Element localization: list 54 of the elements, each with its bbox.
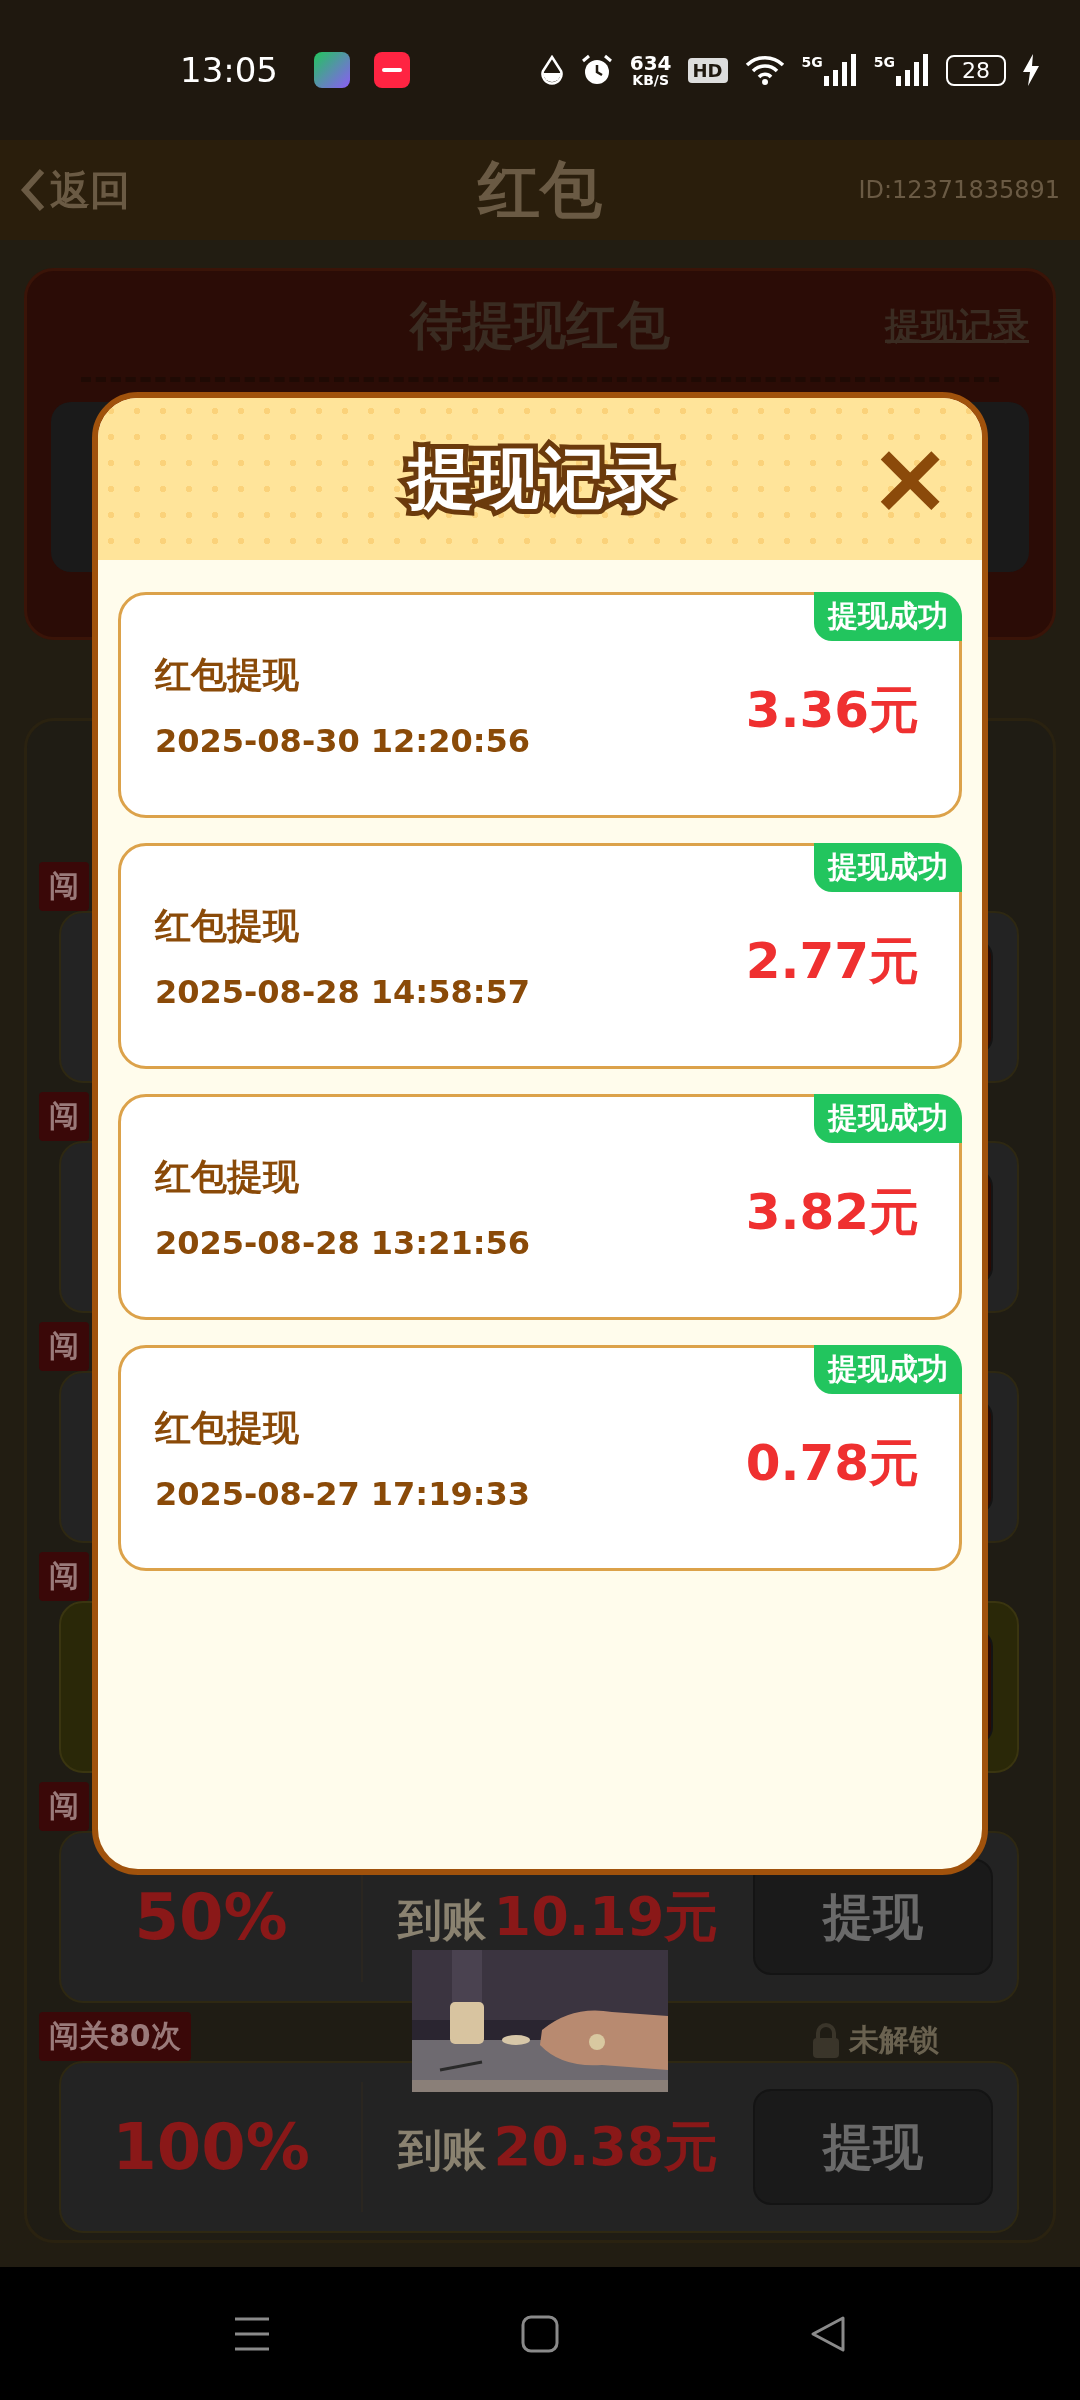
wifi-icon [743,54,786,86]
record-title: 红包提现 [155,1154,300,1199]
lock-label: 未解锁 [849,2021,939,2059]
record-amount: 2.77元 [745,930,919,992]
user-id: ID:12371835891 [858,176,1060,204]
level-tag: 闯 [39,862,89,911]
record-time: 2025-08-28 14:58:57 [155,972,530,1011]
network-speed: 634 [629,53,672,73]
signal-icon [823,54,858,86]
withdraw-button[interactable]: 提现 [753,2089,993,2205]
back-chevron-icon [20,168,46,212]
level-tag: 闯关80次 [39,2012,191,2061]
status-badge: 提现成功 [814,1094,962,1143]
amount-label: 到账 [397,2122,486,2177]
home-icon[interactable] [521,2314,559,2353]
record-time: 2025-08-30 12:20:56 [155,721,530,760]
level-tag: 闯 [39,1782,89,1831]
status-badge: 提现成功 [814,843,962,892]
record-title: 红包提现 [155,903,300,948]
reward-amount: 10.19元 [493,1883,719,1950]
signal-icon [896,54,930,86]
close-button[interactable]: × [868,438,952,518]
progress-percent: 50% [134,1880,288,1954]
status-badge: 提现成功 [814,1345,962,1394]
amount-label: 到账 [397,1892,486,1947]
battery-indicator: 28 [946,54,1006,86]
charging-icon [1022,54,1040,86]
back-button[interactable]: 返回 [20,162,130,218]
progress-percent: 100% [112,2110,310,2184]
level-tag: 闯 [39,1552,89,1601]
record-amount: 0.78元 [745,1432,919,1494]
page-title: 红包 [478,152,602,228]
network-type: 5G [801,54,823,70]
back-icon[interactable] [809,2314,847,2353]
hd-badge: HD [687,57,728,83]
video-app-icon [314,52,350,88]
status-time: 13:05 [180,50,278,90]
status-badge: 提现成功 [814,592,962,641]
back-label[interactable]: 返回 [50,162,130,218]
notes-app-icon [374,52,410,88]
record-time: 2025-08-28 13:21:56 [155,1223,530,1262]
record-amount: 3.36元 [745,679,919,741]
network-type: 5G [873,54,895,70]
speed-unit: KB/S [632,73,669,87]
reward-amount: 20.38元 [493,2113,719,2180]
record-title: 红包提现 [155,1405,300,1450]
level-tag: 闯 [39,1092,89,1141]
level-tag: 闯 [39,1322,89,1371]
record-title: 红包提现 [155,652,300,697]
record-amount: 3.82元 [745,1181,919,1243]
drop-icon [539,55,564,85]
record-time: 2025-08-27 17:19:33 [155,1474,530,1513]
alarm-icon [579,53,614,87]
lock-icon [811,2022,841,2059]
